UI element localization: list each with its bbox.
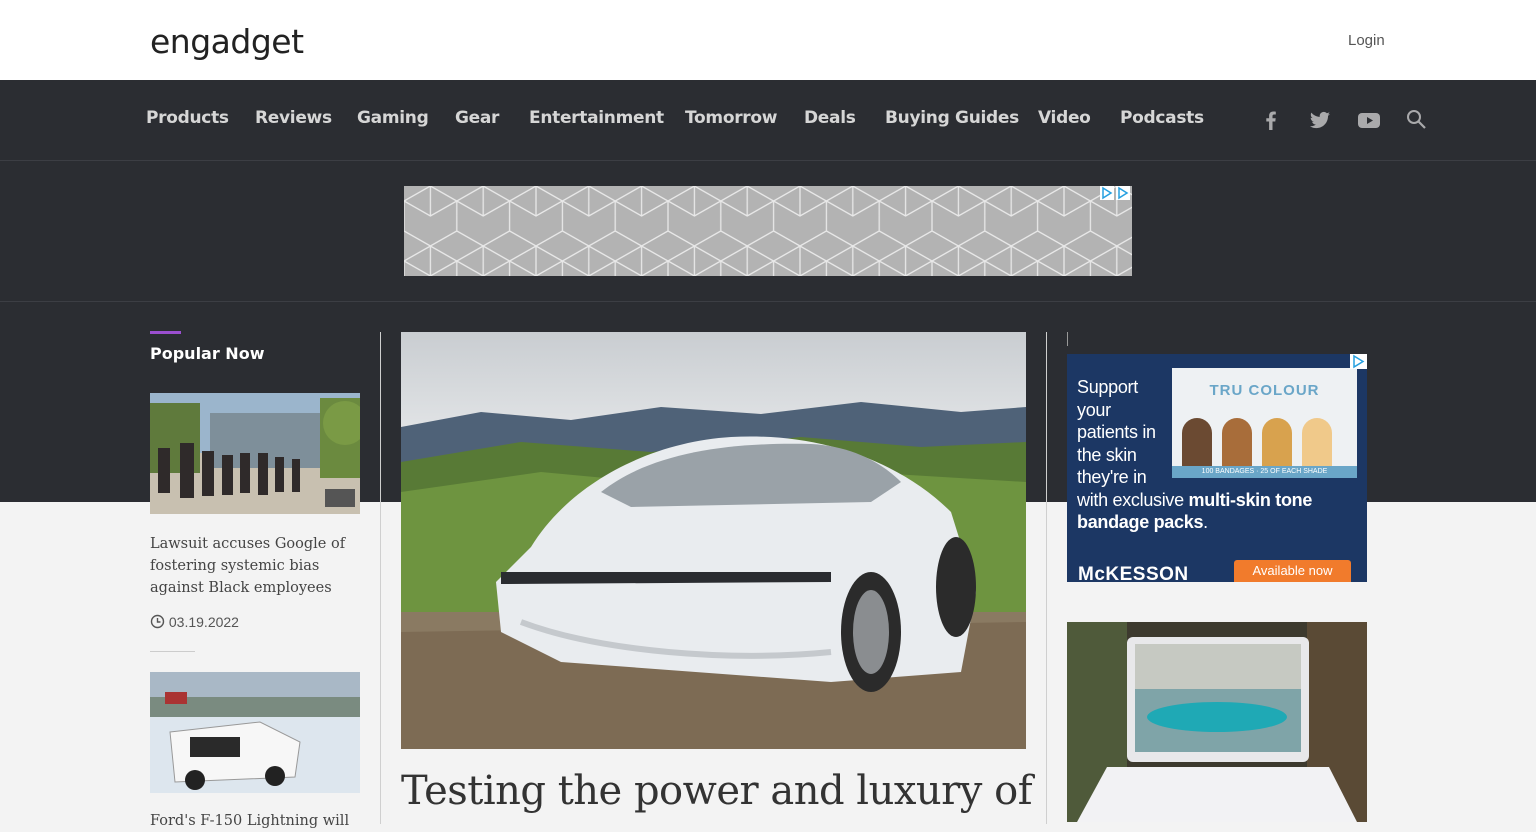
ad-marker-line — [1067, 332, 1068, 346]
nav-item-podcasts[interactable]: Podcasts — [1120, 108, 1204, 128]
story-separator — [150, 651, 195, 652]
login-link[interactable]: Login — [1348, 32, 1385, 49]
column-divider — [380, 332, 381, 824]
ad-line-2-end: . — [1203, 512, 1208, 532]
ad-line-1: Support your patients in the skin they'r… — [1077, 377, 1156, 487]
nav-item-video[interactable]: Video — [1038, 108, 1091, 128]
top-header: engadget Login — [0, 0, 1536, 80]
nav-item-entertainment[interactable]: Entertainment — [529, 108, 664, 128]
adchoices-icon[interactable] — [1100, 186, 1114, 200]
nav-item-tomorrow[interactable]: Tomorrow — [685, 108, 777, 128]
side-ad[interactable]: TRU COLOUR 100 BANDAGES · 25 OF EACH SHA… — [1067, 354, 1367, 582]
twitter-icon[interactable] — [1308, 108, 1332, 132]
engadget-logo[interactable]: engadget — [150, 22, 304, 61]
hero-headline[interactable]: Testing the power and luxury of — [401, 768, 1041, 814]
search-icon[interactable] — [1405, 108, 1429, 132]
nav-item-buying-guides[interactable]: Buying Guides — [885, 108, 1019, 128]
story-title[interactable]: Lawsuit accuses Google of fostering syst… — [150, 533, 364, 599]
story-thumbnail[interactable] — [150, 393, 360, 514]
ad-banner[interactable] — [404, 186, 1132, 276]
story-timestamp: 03.19.2022 — [150, 614, 239, 630]
ad-copy: Support your patients in the skin they'r… — [1077, 376, 1347, 534]
column-divider — [1046, 332, 1047, 824]
story-title[interactable]: Ford's F-150 Lightning will — [150, 810, 364, 832]
nav-item-deals[interactable]: Deals — [804, 108, 856, 128]
hero-image[interactable] — [401, 332, 1026, 749]
ad-brand: McKESSON — [1078, 564, 1189, 582]
youtube-icon[interactable] — [1357, 108, 1381, 132]
adchoices-icon[interactable] — [1350, 354, 1367, 369]
story-thumbnail[interactable] — [150, 672, 360, 793]
nav-item-gaming[interactable]: Gaming — [357, 108, 429, 128]
ad-line-2: with exclusive — [1077, 489, 1189, 510]
ad-close-icon[interactable] — [1116, 186, 1130, 200]
ad-cta-button[interactable]: Available now — [1234, 560, 1351, 582]
nav-item-products[interactable]: Products — [146, 108, 229, 128]
story-date: 03.19.2022 — [168, 614, 239, 630]
nav-item-gear[interactable]: Gear — [455, 108, 499, 128]
story-image-laptop[interactable] — [1067, 622, 1367, 822]
facebook-icon[interactable] — [1259, 108, 1283, 132]
popular-now-heading: Popular Now — [150, 344, 265, 363]
nav-item-reviews[interactable]: Reviews — [255, 108, 332, 128]
section-accent-bar — [150, 331, 181, 334]
clock-icon — [150, 614, 165, 629]
